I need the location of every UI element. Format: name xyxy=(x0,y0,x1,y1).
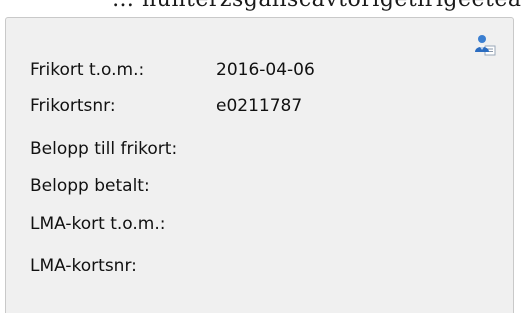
field-label: Frikort t.o.m.: xyxy=(30,60,145,80)
user-card-icon[interactable] xyxy=(473,33,497,57)
field-value: 2016-04-06 xyxy=(216,60,315,80)
field-value: e0211787 xyxy=(216,96,303,116)
field-label: LMA-kort t.o.m.: xyxy=(30,214,166,234)
cropped-header-text: … hunterzsgaliscavtorigetirigeeteatuppgi… xyxy=(0,0,521,14)
field-label: Frikortsnr: xyxy=(30,96,116,116)
field-label: LMA-kortsnr: xyxy=(30,256,137,276)
field-label: Belopp betalt: xyxy=(30,176,150,196)
header-partial-text: … hunterzsgaliscavtorigetirigeeteatuppgi… xyxy=(112,0,521,12)
field-label: Belopp till frikort: xyxy=(30,139,178,159)
